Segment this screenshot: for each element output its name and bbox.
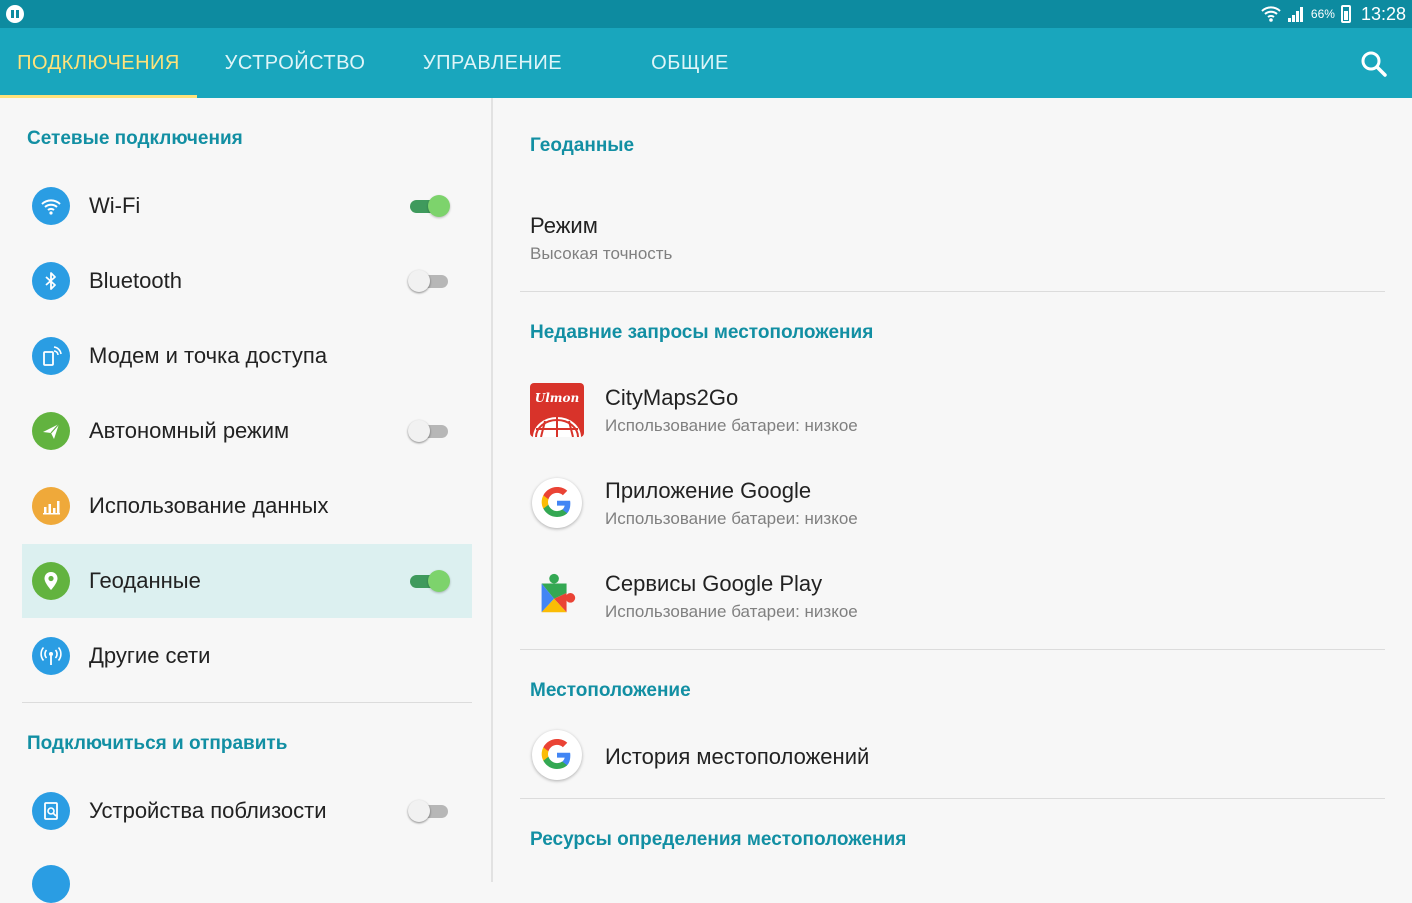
section-connect-and-share: Подключиться и отправить (27, 733, 288, 754)
sidebar-item-label: Геоданные (89, 568, 201, 593)
app-name: Приложение Google (605, 478, 812, 503)
airplane-icon (32, 412, 70, 450)
sidebar-item-label: Использование данных (89, 493, 329, 518)
location-header: Местоположение (530, 680, 691, 701)
sidebar-item-label: Модем и точка доступа (89, 343, 328, 368)
battery-percent: 66% (1310, 7, 1335, 21)
google-play-services-icon (532, 569, 586, 623)
app-name: CityMaps2Go (605, 385, 739, 410)
divider (520, 291, 1385, 292)
hotspot-icon (32, 337, 70, 375)
google-icon (532, 730, 586, 784)
location-detail-panel: Геоданные Режим Высокая точность Недавни… (495, 98, 1412, 882)
tab-device[interactable]: УСТРОЙСТВО (205, 28, 385, 98)
citymaps-icon: Ulmon (530, 383, 584, 438)
status-right: 66% 13:28 (1261, 0, 1406, 28)
tab-management[interactable]: УПРАВЛЕНИЕ (400, 28, 585, 98)
mode-setting[interactable]: Режим Высокая точность (520, 203, 1385, 291)
app-battery-usage: Использование батареи: низкое (605, 602, 858, 621)
sidebar-item-nearby-devices[interactable]: Устройства поблизости (22, 774, 472, 848)
sidebar-item-bluetooth[interactable]: Bluetooth (22, 244, 472, 318)
mode-value: Высокая точность (530, 244, 673, 263)
app-battery-usage: Использование батареи: низкое (605, 509, 858, 528)
app-google-play-services[interactable]: Сервисы Google Play Использование батаре… (520, 559, 1385, 645)
settings-sidebar: Сетевые подключения Wi-Fi Bluetooth Моде… (0, 98, 493, 903)
location-history-label: История местоположений (605, 744, 870, 769)
bluetooth-toggle[interactable] (408, 270, 450, 292)
sidebar-item-label: Wi-Fi (89, 193, 141, 218)
other-networks-icon (32, 637, 70, 675)
status-bar: 66% 13:28 (0, 0, 1412, 28)
signal-icon (1287, 7, 1303, 22)
google-icon (532, 478, 586, 532)
next-item-icon (32, 865, 70, 903)
tab-connections[interactable]: ПОДКЛЮЧЕНИЯ (0, 28, 197, 98)
tab-general[interactable]: ОБЩИЕ (620, 28, 760, 98)
recent-requests-header: Недавние запросы местоположения (530, 322, 874, 343)
tab-bar: ПОДКЛЮЧЕНИЯ УСТРОЙСТВО УПРАВЛЕНИЕ ОБЩИЕ (0, 28, 1412, 98)
sidebar-item-location[interactable]: Геоданные (22, 544, 472, 618)
battery-icon (1340, 5, 1351, 23)
sidebar-item-wifi[interactable]: Wi-Fi (22, 169, 472, 243)
airplane-mode-toggle[interactable] (408, 420, 450, 442)
sidebar-item-label: Bluetooth (89, 268, 182, 293)
mode-title: Режим (530, 213, 598, 238)
sidebar-item-airplane-mode[interactable]: Автономный режим (22, 394, 472, 468)
sidebar-item-other-networks[interactable]: Другие сети (22, 619, 472, 693)
sidebar-item-label: Автономный режим (89, 418, 290, 443)
sidebar-item-label: Другие сети (89, 643, 211, 668)
bluetooth-icon (32, 262, 70, 300)
nearby-devices-toggle[interactable] (408, 800, 450, 822)
detail-title: Геоданные (530, 135, 635, 156)
data-usage-icon (32, 487, 70, 525)
nearby-devices-icon (32, 792, 70, 830)
clock: 13:28 (1360, 3, 1406, 24)
pause-icon (6, 5, 24, 23)
location-icon (32, 562, 70, 600)
app-google[interactable]: Приложение Google Использование батареи:… (520, 466, 1385, 552)
app-battery-usage: Использование батареи: низкое (605, 416, 858, 435)
section-network-connections: Сетевые подключения (27, 128, 243, 149)
location-resources-header: Ресурсы определения местоположения (530, 829, 907, 850)
sidebar-divider (22, 702, 472, 703)
app-name: Сервисы Google Play (605, 571, 823, 596)
wifi-toggle[interactable] (408, 195, 450, 217)
sidebar-item-label: Устройства поблизости (89, 798, 327, 823)
wifi-status-icon (1261, 6, 1281, 22)
citymaps-logo-text: Ulmon (535, 391, 579, 405)
location-toggle[interactable] (408, 570, 450, 592)
sidebar-item-hotspot[interactable]: Модем и точка доступа (22, 319, 472, 393)
search-icon[interactable] (1358, 48, 1390, 80)
divider (520, 798, 1385, 799)
location-history[interactable]: История местоположений (520, 720, 1385, 798)
sidebar-item-data-usage[interactable]: Использование данных (22, 469, 472, 543)
wifi-icon (32, 187, 70, 225)
divider (520, 649, 1385, 650)
app-citymaps2go[interactable]: Ulmon CityMaps2Go Использование батареи:… (520, 373, 1385, 459)
